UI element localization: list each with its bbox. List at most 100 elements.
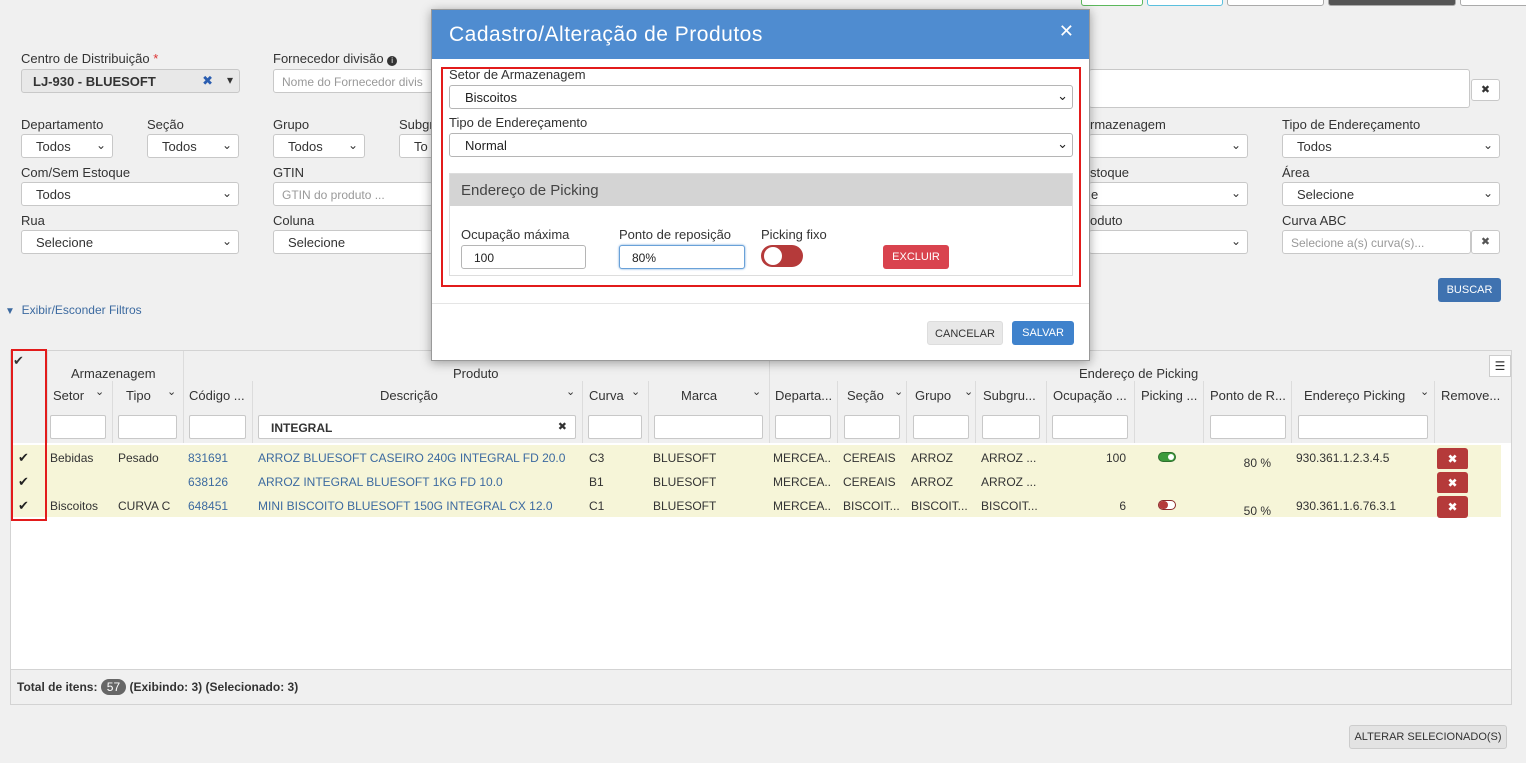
remove-row-button[interactable]: ✖ bbox=[1437, 496, 1468, 518]
col-ponto-reposicao[interactable]: Ponto de R... bbox=[1210, 388, 1286, 403]
col-curva[interactable]: Curva bbox=[589, 388, 624, 403]
top-button-3[interactable] bbox=[1227, 0, 1324, 6]
cell-marca: BLUESOFT bbox=[653, 475, 717, 489]
estoque-select[interactable]: e ⌄ bbox=[1089, 182, 1248, 206]
picking-fixo-toggle[interactable] bbox=[761, 245, 803, 267]
col-subgrupo[interactable]: Subgru... bbox=[983, 388, 1045, 403]
coluna-select[interactable]: Selecione bbox=[273, 230, 433, 254]
area-select[interactable]: Selecione ⌄ bbox=[1282, 182, 1500, 206]
excluir-button[interactable]: EXCLUIR bbox=[883, 245, 949, 269]
filter-ocupacao[interactable] bbox=[1052, 415, 1128, 439]
top-button-2[interactable] bbox=[1147, 0, 1223, 6]
col-picking[interactable]: Picking ... bbox=[1141, 388, 1201, 403]
filter-descricao[interactable]: INTEGRAL ✖ bbox=[258, 415, 576, 439]
cell-curva: C3 bbox=[589, 451, 605, 465]
chevron-down-icon[interactable]: ⌄ bbox=[964, 385, 973, 398]
chevron-down-icon[interactable]: ⌄ bbox=[894, 385, 903, 398]
close-icon[interactable]: ✕ bbox=[1059, 21, 1074, 42]
filter-codigo[interactable] bbox=[189, 415, 246, 439]
filter-curva[interactable] bbox=[588, 415, 642, 439]
filter-ponto[interactable] bbox=[1210, 415, 1286, 439]
buscar-button[interactable]: BUSCAR bbox=[1438, 278, 1501, 302]
cell-ocupacao: 100 bbox=[1105, 451, 1126, 465]
clear-icon[interactable]: ✖ bbox=[558, 420, 567, 433]
table-row[interactable]: ✔ 638126 ARROZ INTEGRAL BLUESOFT 1KG FD … bbox=[11, 469, 1501, 494]
filter-endereco[interactable] bbox=[1298, 415, 1428, 439]
modal-header: Cadastro/Alteração de Produtos ✕ bbox=[432, 10, 1089, 59]
remove-row-button[interactable]: ✖ bbox=[1437, 448, 1468, 470]
col-endereco-picking[interactable]: Endereço Picking bbox=[1304, 388, 1405, 403]
setor-select[interactable]: Biscoitos ⌄ bbox=[449, 85, 1073, 109]
col-secao[interactable]: Seção bbox=[847, 388, 884, 403]
col-codigo[interactable]: Código ... bbox=[189, 388, 245, 403]
chevron-down-icon: ⌄ bbox=[1482, 138, 1493, 152]
remove-row-button[interactable]: ✖ bbox=[1437, 472, 1468, 494]
cell-descricao[interactable]: MINI BISCOITO BLUESOFT 150G INTEGRAL CX … bbox=[258, 499, 553, 513]
coluna-label: Coluna bbox=[273, 213, 315, 228]
filter-tipo[interactable] bbox=[118, 415, 177, 439]
grupo-select[interactable]: Todos ⌄ bbox=[273, 134, 365, 158]
grid-menu-icon[interactable]: ☰ bbox=[1489, 355, 1511, 377]
filter-setor[interactable] bbox=[50, 415, 106, 439]
rua-select[interactable]: Selecione ⌄ bbox=[21, 230, 239, 254]
top-button-1[interactable] bbox=[1081, 0, 1143, 6]
ponto-input[interactable]: 80% bbox=[619, 245, 745, 269]
chevron-down-icon[interactable]: ⌄ bbox=[566, 385, 575, 398]
tipo-select[interactable]: Normal ⌄ bbox=[449, 133, 1073, 157]
cell-secao: CEREAIS bbox=[843, 451, 896, 465]
filter-secao[interactable] bbox=[844, 415, 900, 439]
cell-descricao[interactable]: ARROZ INTEGRAL BLUESOFT 1KG FD 10.0 bbox=[258, 475, 503, 489]
cancelar-button[interactable]: CANCELAR bbox=[927, 321, 1003, 345]
picking-toggle-on[interactable] bbox=[1158, 452, 1176, 462]
col-remover[interactable]: Remove... bbox=[1441, 388, 1501, 403]
secao-select[interactable]: Todos ⌄ bbox=[147, 134, 239, 158]
gtin-input[interactable]: GTIN do produto ... bbox=[273, 182, 433, 206]
salvar-button[interactable]: SALVAR bbox=[1012, 321, 1074, 345]
ocupacao-input[interactable]: 100 bbox=[461, 245, 586, 269]
cd-select[interactable]: LJ-930 - BLUESOFT ✖ ▾ bbox=[21, 69, 240, 93]
clear-curva-button[interactable]: ✖ bbox=[1471, 230, 1500, 254]
table-row[interactable]: ✔ Bebidas Pesado 831691 ARROZ BLUESOFT C… bbox=[11, 445, 1501, 470]
col-grupo[interactable]: Grupo bbox=[915, 388, 951, 403]
col-ocupacao[interactable]: Ocupação ... bbox=[1053, 388, 1133, 403]
cell-codigo[interactable]: 648451 bbox=[188, 499, 228, 513]
chevron-down-icon[interactable]: ⌄ bbox=[167, 385, 176, 398]
top-button-5[interactable] bbox=[1460, 0, 1526, 6]
chevron-down-icon[interactable]: ⌄ bbox=[631, 385, 640, 398]
clear-icon[interactable]: ✖ bbox=[202, 73, 213, 89]
area-label: Área bbox=[1282, 165, 1310, 180]
picking-toggle-off[interactable] bbox=[1158, 500, 1176, 510]
filter-marca[interactable] bbox=[654, 415, 763, 439]
subgrupo-label: Subgr bbox=[399, 117, 434, 132]
fornecedor-tags-field[interactable] bbox=[1089, 69, 1470, 108]
filter-grupo[interactable] bbox=[913, 415, 969, 439]
cell-codigo[interactable]: 638126 bbox=[188, 475, 228, 489]
col-marca[interactable]: Marca bbox=[681, 388, 717, 403]
filter-subgrupo[interactable] bbox=[982, 415, 1040, 439]
cd-label: Centro de Distribuição * bbox=[21, 51, 159, 66]
col-departamento[interactable]: Departa... bbox=[775, 388, 837, 403]
top-button-4[interactable] bbox=[1328, 0, 1456, 6]
col-setor[interactable]: Setor bbox=[53, 388, 84, 403]
tipo-enderecamento-select[interactable]: Todos ⌄ bbox=[1282, 134, 1500, 158]
cell-descricao[interactable]: ARROZ BLUESOFT CASEIRO 240G INTEGRAL FD … bbox=[258, 451, 565, 465]
chevron-down-icon[interactable]: ⌄ bbox=[95, 385, 104, 398]
col-tipo[interactable]: Tipo bbox=[126, 388, 151, 403]
chevron-down-icon[interactable]: ⌄ bbox=[1420, 385, 1429, 398]
departamento-select[interactable]: Todos ⌄ bbox=[21, 134, 113, 158]
curva-abc-input[interactable]: Selecione a(s) curva(s)... bbox=[1282, 230, 1471, 254]
produto-select[interactable]: ⌄ bbox=[1089, 230, 1248, 254]
chevron-down-icon: ⌄ bbox=[1482, 186, 1493, 200]
filter-departamento[interactable] bbox=[775, 415, 831, 439]
chevron-down-icon[interactable]: ⌄ bbox=[752, 385, 761, 398]
toggle-filters-link[interactable]: ▼ Exibir/Esconder Filtros bbox=[5, 303, 142, 317]
cell-codigo[interactable]: 831691 bbox=[188, 451, 228, 465]
armazenagem-select[interactable]: ⌄ bbox=[1089, 134, 1248, 158]
com-sem-estoque-select[interactable]: Todos ⌄ bbox=[21, 182, 239, 206]
alterar-selecionados-button[interactable]: ALTERAR SELECIONADO(S) bbox=[1349, 725, 1507, 749]
table-row[interactable]: ✔ Biscoitos CURVA C 648451 MINI BISCOITO… bbox=[11, 493, 1501, 518]
fornecedor-input[interactable]: Nome do Fornecedor divis bbox=[273, 69, 433, 93]
col-descricao[interactable]: Descrição bbox=[380, 388, 438, 403]
com-sem-estoque-label: Com/Sem Estoque bbox=[21, 165, 131, 180]
clear-fornecedor-button[interactable]: ✖ bbox=[1471, 79, 1500, 101]
